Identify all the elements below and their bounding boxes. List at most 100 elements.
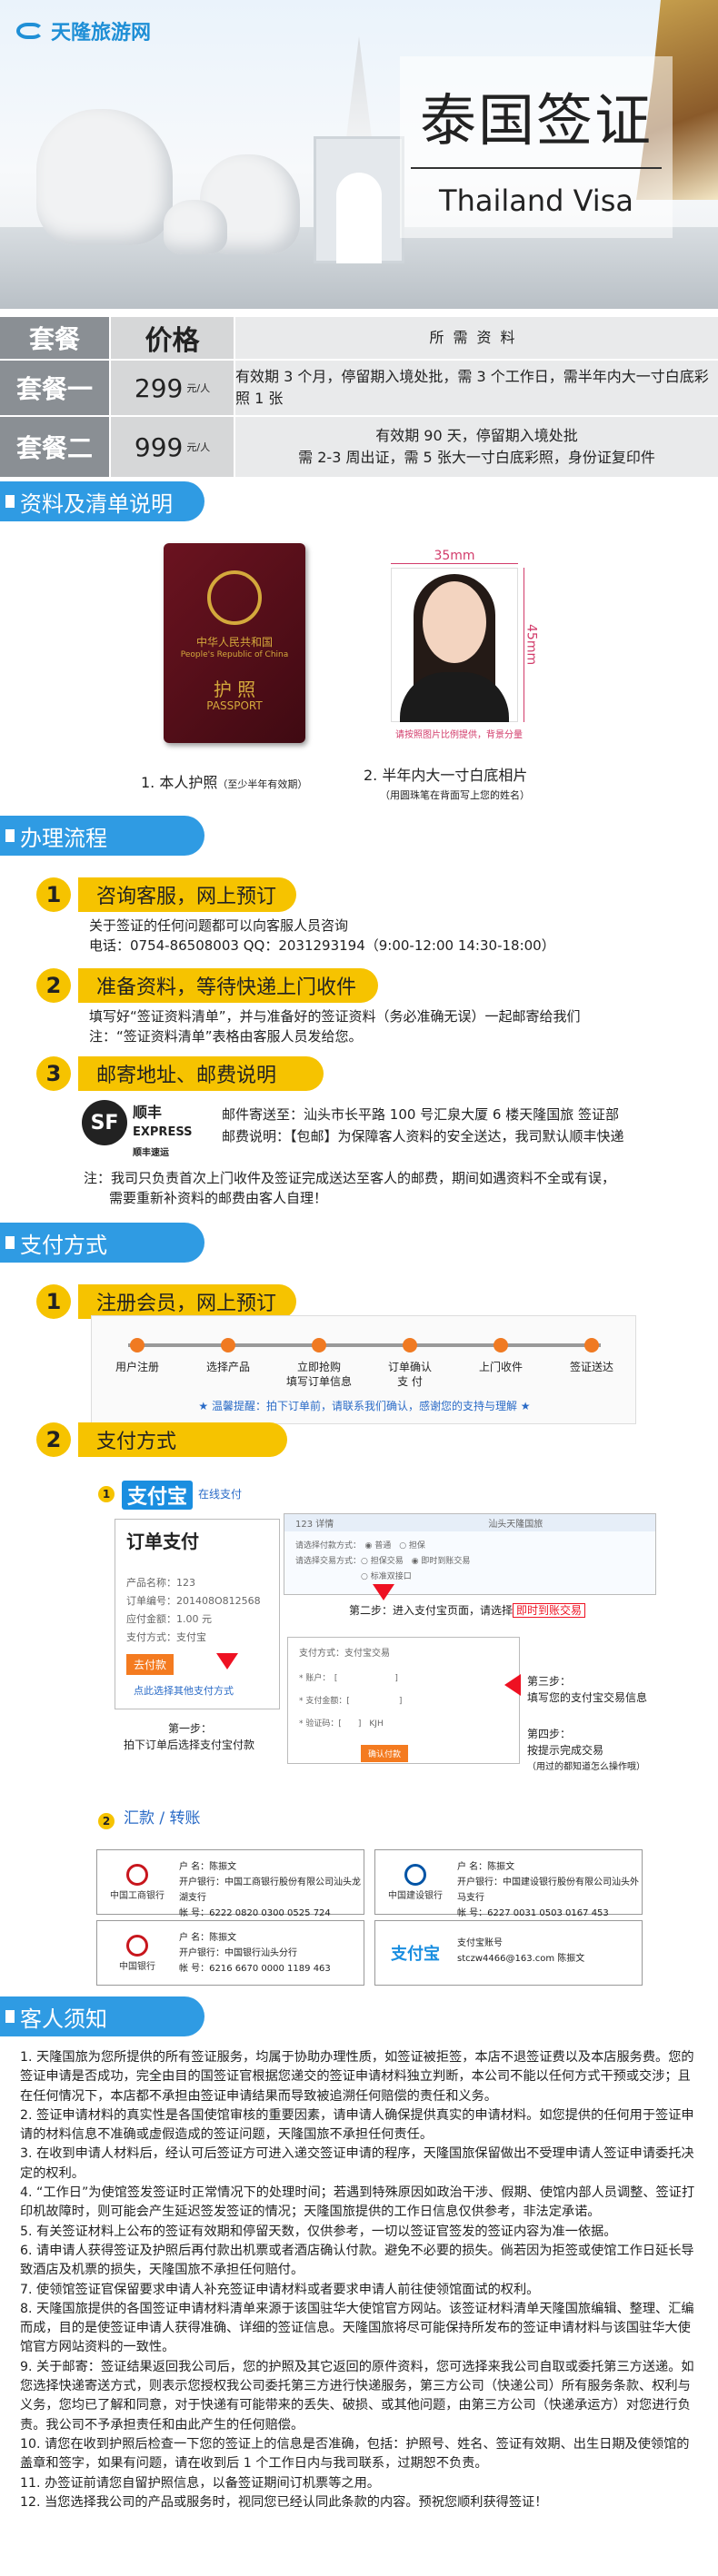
postage-note: 需要重新补资料的邮费由客人自理！ xyxy=(109,1190,328,1206)
notice-item: 5. 有关签证材料上公布的签证有效期和停留天数，仅供参考，一切以签证官签发的签证… xyxy=(20,2224,617,2239)
notice-item: 9. 关于邮寄：签证结果返回我公司后，您的护照及其它返回的原件资料，您可选择来我… xyxy=(20,2359,694,2432)
photo-face xyxy=(423,581,486,663)
price-row: 套餐一 299 元/人 有效期 3 个月，停留期入境处批，需 3 个工作日，需半年… xyxy=(0,361,718,417)
alipay-form-field[interactable]: * 账户： [ ] xyxy=(288,1669,519,1685)
bank-name: 中国建设银行 xyxy=(388,1890,443,1901)
flow-step: 用户注册 xyxy=(115,1361,159,1373)
passport-country-en: People's Republic of China xyxy=(180,650,289,659)
alipay-option[interactable]: 请选择付款方式： ◉ 普通 ○ 担保 xyxy=(284,1537,655,1552)
bank-payee: 户 名：陈振文 xyxy=(179,1862,237,1872)
notice-item: 8. 天隆国旅提供的各国签证申请材料清单来源于该国驻华大使馆官方网站。该签证材料… xyxy=(20,2301,694,2355)
alipay-form-field[interactable]: * 支付金额：[ ] xyxy=(288,1692,519,1708)
flow-step: 签证送达 xyxy=(569,1361,613,1373)
alipay-form-field[interactable]: * 验证码：[ ] KJH xyxy=(288,1715,519,1730)
bank-account: 帐 号：6227 0031 0503 0167 453 xyxy=(457,1908,609,1918)
step-number: 2 xyxy=(36,1422,71,1457)
transfer-label: 汇款 / 转账 xyxy=(124,1809,201,1828)
caption-passport: 1. 本人护照（至少半年有效期） xyxy=(141,770,307,792)
notice-item: 12. 当您选择我公司的产品或服务时，视同您已经认同此条款的内容。预祝您顺利获得… xyxy=(20,2494,548,2510)
notice-item: 4. “工作日”为使馆签发签证时正常情况下的处理时间；若遇到特殊原因如政治干涉、… xyxy=(20,2185,695,2220)
step-title: 邮寄地址、邮费说明 xyxy=(78,1056,324,1091)
flow-tip: ★ 温馨提醒：拍下订单前，请联系我们确认，感谢您的支持与理解 ★ xyxy=(198,1400,531,1412)
page: 天隆旅游网 泰国签证 Thailand Visa 套餐 价格 所需资料 套餐一 … xyxy=(0,0,718,2576)
materials-line: 有效期 3 个月，停留期入境处批，需 3 个工作日，需半年内大一寸白底彩照 1 … xyxy=(235,368,709,407)
sf-icon: SF xyxy=(82,1100,127,1145)
caption-text: 2. 半年内大一寸白底相片 xyxy=(364,767,528,784)
price-unit: 元/人 xyxy=(186,441,211,453)
section-title-payment: 支付方式 xyxy=(0,1223,204,1263)
caption-photo: 2. 半年内大一寸白底相片 （用圆珠笔在背面写上您的姓名） xyxy=(364,763,530,802)
logo-icon xyxy=(16,19,45,43)
section-title-materials: 资料及清单说明 xyxy=(0,481,204,521)
red-arrow xyxy=(504,1674,521,1696)
step-fourth-note: （用过的都知道怎么操作哦） xyxy=(527,1762,645,1772)
confirm-pay-button[interactable]: 确认付款 xyxy=(361,1745,409,1762)
step-title: 咨询客服，网上预订 xyxy=(78,877,296,912)
step-number: 2 xyxy=(36,968,71,1003)
flow-step: 选择产品 xyxy=(205,1361,250,1373)
bank-branch: 开户银行：中国银行汕头分行 xyxy=(179,1948,297,1958)
step-number: 1 xyxy=(36,877,71,912)
notice-item: 1. 天隆国旅为您所提供的所有签证服务，均属于协助办理性质，如签证被拒签，本店不… xyxy=(20,2050,694,2104)
order-panel-title: 订单支付 xyxy=(126,1531,199,1552)
notice-item: 6. 请申请人获得签证及护照后再付款出机票或者酒店确认付款。避免不必要的损失。倘… xyxy=(20,2243,694,2278)
order-row: 产品名称：123 xyxy=(126,1577,195,1589)
flow-step: 立即抢购 填写订单信息 xyxy=(285,1361,352,1388)
header-price: 价格 xyxy=(109,317,234,359)
title-divider xyxy=(411,167,662,169)
alipay-option[interactable]: 请选择交易方式：○ 担保交易 ◉ 即时到账交易 xyxy=(284,1552,655,1568)
flow-step: 订单确认 支 付 xyxy=(387,1361,432,1388)
elephant-statue xyxy=(36,109,173,245)
photo-note: 请按照图片比例提供，背景分量 xyxy=(395,730,523,740)
price-table: 套餐 价格 所需资料 套餐一 299 元/人 有效期 3 个月，停留期入境处批，需… xyxy=(0,317,718,479)
icbc-logo: 中国工商银行 xyxy=(105,1859,170,1905)
step-third-title: 第三步： xyxy=(527,1675,572,1688)
sf-brand-full: 顺丰速运 xyxy=(133,1148,169,1158)
step-desc: 填写好“签证资料清单”，并与准备好的签证资料（务必准确无误）一起邮寄给我们 xyxy=(89,1008,581,1025)
section-title-process: 办理流程 xyxy=(0,816,204,856)
package-materials: 有效期 3 个月，停留期入境处批，需 3 个工作日，需半年内大一寸白底彩照 1 … xyxy=(234,361,718,415)
notice-item: 10. 请您在收到护照后检查一下您的签证上的信息是否准确，包括：护照号、姓名、签… xyxy=(20,2436,690,2472)
flow-dot xyxy=(130,1338,145,1352)
passport-image: 中华人民共和国 People's Republic of China 护 照 P… xyxy=(164,543,305,743)
price-row: 套餐二 999 元/人 有效期 90 天，停留期入境处批需 2-3 周出证，需 5… xyxy=(0,417,718,479)
step-second: 第二步：进入支付宝页面，请选择 即时到账交易 xyxy=(349,1603,586,1619)
step-second-highlight: 即时到账交易 xyxy=(513,1603,586,1618)
page-subtitle: Thailand Visa xyxy=(439,183,633,218)
order-row: 订单编号：201408O812568 xyxy=(126,1595,261,1607)
price-value: 299 xyxy=(134,372,184,403)
alipay-logo: 支付宝 xyxy=(122,1481,194,1510)
ccb-logo: 中国建设银行 xyxy=(383,1859,448,1905)
pay-now-button[interactable]: 去付款 xyxy=(126,1654,175,1675)
materials-line: 有效期 90 天，停留期入境处批 xyxy=(375,427,578,444)
bank-name: 中国银行 xyxy=(119,1961,155,1972)
bank-card: 中国建设银行 户 名：陈振文 开户银行：中国建设银行股份有限公司汕头外马支行帐 号… xyxy=(374,1849,643,1918)
sf-brand-cn: 顺丰 xyxy=(133,1104,163,1121)
caption-note: （至少半年有效期） xyxy=(217,778,308,790)
boc-logo: 中国银行 xyxy=(105,1930,170,1976)
notice-list: 1. 天隆国旅为您所提供的所有签证服务，均属于协助办理性质，如签证被拒签，本店不… xyxy=(20,2048,702,2512)
passport-word: 护 照 xyxy=(213,679,256,700)
step-fourth-title: 第四步： xyxy=(527,1728,572,1740)
caption-note: （用圆珠笔在背面写上您的姓名） xyxy=(380,789,530,801)
online-pay-label: 在线支付 xyxy=(198,1488,243,1501)
alipay-option[interactable]: ○ 标准双接口 xyxy=(284,1568,655,1583)
step-first-desc: 拍下订单后选择支付宝付款 xyxy=(124,1739,255,1751)
step-desc: 注：“签证资料清单”表格由客服人员发给您。 xyxy=(89,1028,363,1045)
bank-payee: 支付宝账号 xyxy=(457,1938,503,1948)
sf-brand-en: EXPRESS xyxy=(133,1125,193,1139)
notice-item: 7. 使领馆签证官保留要求申请人补充签证申请材料或者要求申请人前往使领馆面试的权… xyxy=(20,2282,540,2297)
red-arrow xyxy=(216,1653,238,1669)
package-name: 套餐一 xyxy=(0,361,109,415)
flow-line xyxy=(128,1343,601,1347)
materials-line: 需 2-3 周出证，需 5 张大一寸白底彩照，身份证复印件 xyxy=(298,449,655,466)
flow-step: 上门收件 xyxy=(478,1361,523,1373)
postage-info: 邮费说明：【包邮】为保障客人资料的安全送达，我司默认顺丰快递 xyxy=(222,1128,624,1144)
step-title: 注册会员，网上预订 xyxy=(78,1284,296,1319)
price-unit: 元/人 xyxy=(186,382,211,394)
other-payment-link[interactable]: 点此选择其他支付方式 xyxy=(134,1683,234,1699)
photo-width: 35mm xyxy=(391,549,518,564)
flow-dot xyxy=(494,1338,508,1352)
logo[interactable]: 天隆旅游网 xyxy=(16,16,151,45)
passport-emblem xyxy=(207,570,262,625)
